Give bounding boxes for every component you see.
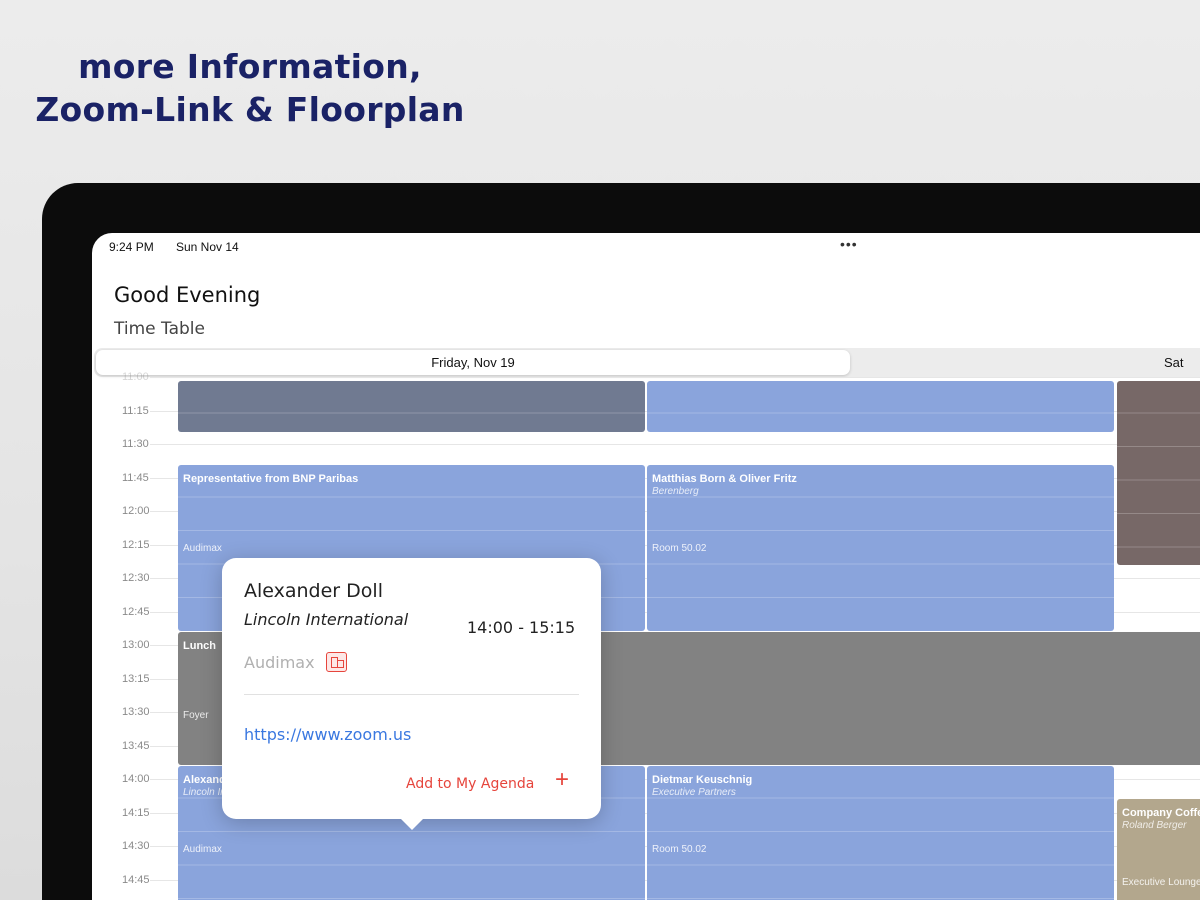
day-selector: Friday, Nov 19 Sat xyxy=(94,348,1200,377)
event-block[interactable] xyxy=(647,381,1114,432)
event-block-berenberg[interactable]: Matthias Born & Oliver Fritz Berenberg R… xyxy=(647,465,1114,631)
page-subtitle: Time Table xyxy=(114,319,205,339)
time-label: 11:00 xyxy=(122,371,149,383)
headline-line-1: more Information, xyxy=(78,47,422,86)
time-label: 12:45 xyxy=(122,605,150,618)
event-title: Lunch xyxy=(183,640,216,652)
event-block[interactable] xyxy=(178,381,645,432)
time-label: 11:15 xyxy=(122,404,149,417)
time-label: 12:30 xyxy=(122,572,150,584)
event-detail-popover: Alexander Doll Lincoln International 14:… xyxy=(222,558,601,830)
popover-arrow xyxy=(400,818,424,830)
time-label: 14:45 xyxy=(122,873,150,886)
greeting-title: Good Evening xyxy=(114,283,261,307)
time-label: 11:30 xyxy=(122,438,149,450)
popover-divider xyxy=(244,694,579,695)
event-block-company[interactable]: Company Coffee Roland Berger Executive L… xyxy=(1117,799,1200,900)
marketing-headline: more Information, Zoom-Link & Floorplan xyxy=(0,45,500,131)
multitask-dots-icon[interactable]: ••• xyxy=(840,236,858,252)
event-block[interactable] xyxy=(1117,381,1200,565)
event-title: Dietmar Keuschnig xyxy=(652,774,753,786)
event-room: Foyer xyxy=(183,710,209,721)
event-room: Room 50.02 xyxy=(652,844,707,855)
headline-line-2: Zoom-Link & Floorplan xyxy=(35,90,465,129)
event-room: Executive Lounge xyxy=(1122,877,1200,888)
time-row-line xyxy=(150,444,1200,445)
time-label: 12:15 xyxy=(122,538,150,551)
time-label: 14:00 xyxy=(122,773,150,785)
popover-speaker-name: Alexander Doll xyxy=(244,580,383,602)
event-room: Room 50.02 xyxy=(652,543,707,554)
floorplan-icon[interactable] xyxy=(326,652,347,672)
event-block-dietmar[interactable]: Dietmar Keuschnig Executive Partners Roo… xyxy=(647,766,1114,900)
time-row-line xyxy=(150,377,1200,378)
day-tab-saturday[interactable]: Sat xyxy=(1164,350,1200,375)
day-tab-friday[interactable]: Friday, Nov 19 xyxy=(96,350,850,375)
event-title: Representative from BNP Paribas xyxy=(183,473,359,485)
event-subtitle: Executive Partners xyxy=(652,787,736,798)
time-label: 13:45 xyxy=(122,739,150,752)
time-label: 13:15 xyxy=(122,672,150,685)
popover-room: Audimax xyxy=(244,653,315,672)
event-title: Matthias Born & Oliver Fritz xyxy=(652,473,797,485)
time-label: 13:30 xyxy=(122,706,150,718)
add-to-agenda-button[interactable]: Add to My Agenda xyxy=(406,776,534,792)
popover-time: 14:00 - 15:15 xyxy=(467,618,576,637)
time-label: 14:15 xyxy=(122,806,150,819)
time-label: 12:00 xyxy=(122,505,150,517)
status-time: 9:24 PM xyxy=(109,240,154,254)
status-date: Sun Nov 14 xyxy=(176,240,239,254)
event-subtitle: Berenberg xyxy=(652,486,699,497)
event-room: Audimax xyxy=(183,844,222,855)
add-plus-icon[interactable]: + xyxy=(555,768,569,792)
event-title: Company Coffee xyxy=(1122,807,1200,819)
event-room: Audimax xyxy=(183,543,222,554)
popover-company: Lincoln International xyxy=(244,610,409,629)
time-label: 14:30 xyxy=(122,840,150,852)
event-subtitle: Roland Berger xyxy=(1122,820,1187,831)
time-label: 13:00 xyxy=(122,639,150,651)
zoom-link[interactable]: https://www.zoom.us xyxy=(244,725,411,744)
time-label: 11:45 xyxy=(122,471,149,484)
status-bar: 9:24 PM Sun Nov 14 ••• xyxy=(92,233,1200,259)
